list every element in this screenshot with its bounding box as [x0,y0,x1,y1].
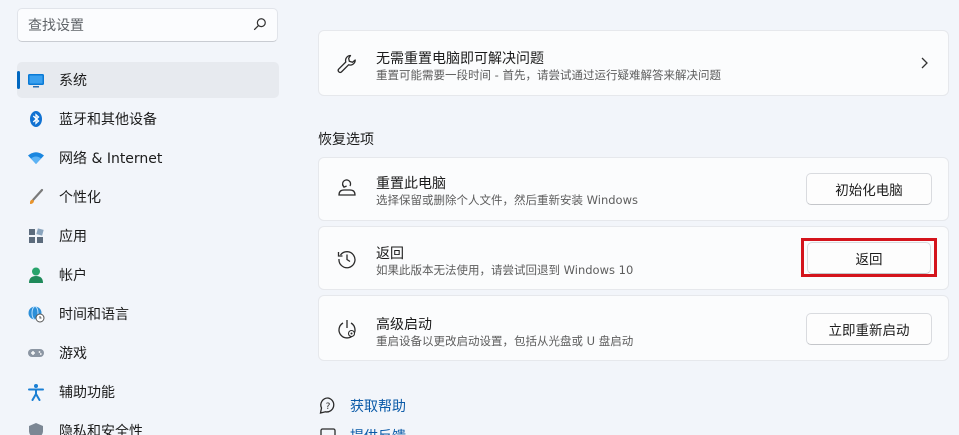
wifi-icon [27,149,45,167]
apps-icon [27,227,45,245]
sidebar-item-label: 系统 [59,73,87,89]
card-title: 高级启动 [376,317,432,333]
sidebar-item-system[interactable]: 系统 [17,62,279,98]
advanced-startup-card: 高级启动 重启设备以更改启动设置，包括从光盘或 U 盘启动 立即重新启动 [318,295,949,361]
brush-icon [27,188,45,206]
sidebar-item-label: 蓝牙和其他设备 [59,112,157,128]
card-subtitle: 如果此版本无法使用，请尝试回退到 Windows 10 [376,263,634,277]
sidebar-item-personalization[interactable]: 个性化 [17,179,279,215]
sidebar-item-label: 帐户 [59,268,87,284]
active-indicator [17,71,20,89]
sidebar-item-label: 辅助功能 [59,385,115,401]
feedback-link[interactable]: 提供反馈 [318,426,406,435]
sidebar-item-label: 网络 & Internet [59,151,163,167]
wrench-icon [336,53,358,75]
sidebar-item-label: 游戏 [59,346,87,362]
search-icon[interactable] [253,16,267,35]
shield-icon [27,422,45,435]
sidebar-item-apps[interactable]: 应用 [17,218,279,254]
link-label: 提供反馈 [350,426,406,435]
sidebar-item-label: 隐私和安全性 [59,424,143,435]
card-subtitle: 重启设备以更改启动设置，包括从光盘或 U 盘启动 [376,334,634,348]
sidebar-item-time-language[interactable]: 时间和语言 [17,296,279,332]
card-title: 重置此电脑 [376,176,446,192]
search-box[interactable]: 查找设置 [17,8,278,42]
card-subtitle: 重置可能需要一段时间 - 首先，请尝试通过运行疑难解答来解决问题 [376,68,721,82]
history-icon [336,248,358,270]
sidebar-item-label: 时间和语言 [59,307,129,323]
sidebar-item-accounts[interactable]: 帐户 [17,257,279,293]
sidebar-item-bluetooth[interactable]: 蓝牙和其他设备 [17,101,279,137]
go-back-card: 返回 如果此版本无法使用，请尝试回退到 Windows 10 返回 [318,226,949,290]
reset-pc-card: 重置此电脑 选择保留或删除个人文件，然后重新安装 Windows 初始化电脑 [318,157,949,221]
troubleshoot-card[interactable]: 无需重置电脑即可解决问题 重置可能需要一段时间 - 首先，请尝试通过运行疑难解答… [318,30,949,96]
svg-text:?: ? [326,402,331,412]
card-title: 返回 [376,246,404,262]
sidebar-item-label: 个性化 [59,190,101,206]
card-subtitle: 选择保留或删除个人文件，然后重新安装 Windows [376,193,638,207]
get-help-link[interactable]: ? 获取帮助 [318,396,406,416]
search-input[interactable]: 查找设置 [28,15,253,35]
account-icon [27,266,45,284]
chevron-right-icon [918,55,930,69]
sidebar-item-gaming[interactable]: 游戏 [17,335,279,371]
sidebar-item-privacy[interactable]: 隐私和安全性 [17,413,279,435]
restart-now-button[interactable]: 立即重新启动 [806,313,932,345]
monitor-icon [27,71,45,89]
help-icon: ? [318,396,338,416]
bluetooth-icon [27,110,45,128]
advanced-startup-icon [336,318,358,340]
go-back-button[interactable]: 返回 [807,242,931,274]
card-title: 无需重置电脑即可解决问题 [376,51,544,67]
accessibility-icon [27,383,45,401]
link-label: 获取帮助 [350,399,406,415]
gamepad-icon [27,344,45,362]
section-title: 恢复选项 [318,132,374,148]
globe-clock-icon [27,305,45,323]
reset-pc-icon [336,178,358,200]
reset-pc-button[interactable]: 初始化电脑 [806,173,932,205]
sidebar-item-label: 应用 [59,229,87,245]
feedback-icon [318,426,338,435]
sidebar-item-network[interactable]: 网络 & Internet [17,140,279,176]
sidebar-item-accessibility[interactable]: 辅助功能 [17,374,279,410]
